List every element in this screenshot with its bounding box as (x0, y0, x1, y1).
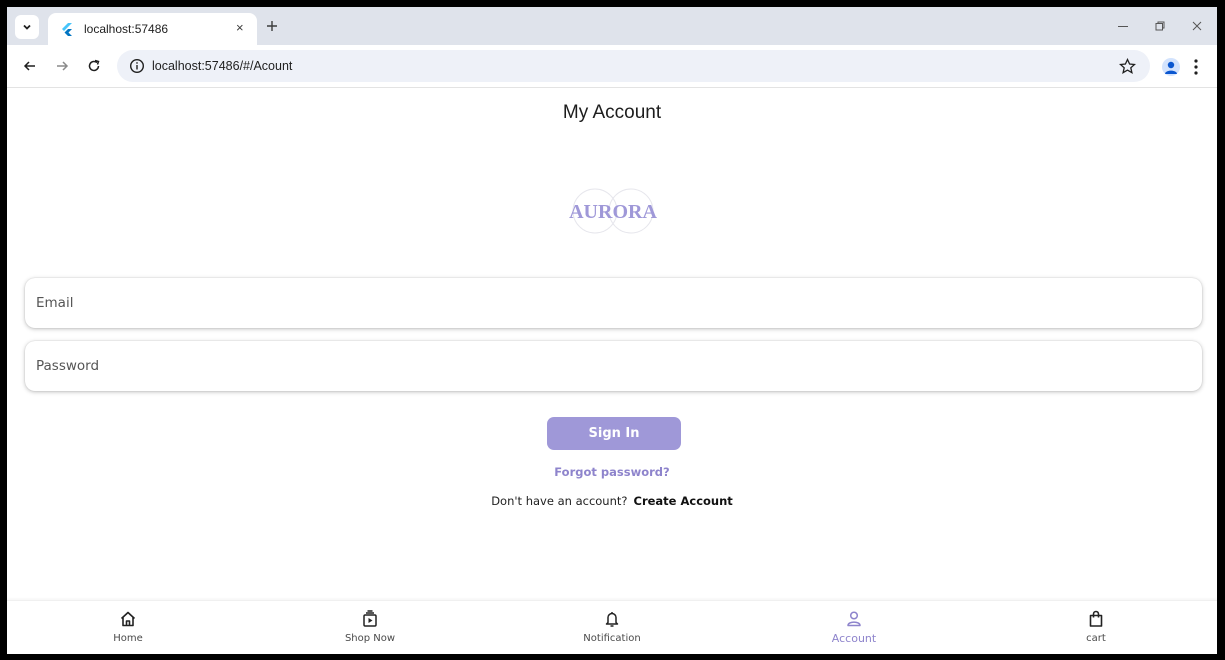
profile-avatar[interactable] (1162, 58, 1180, 76)
nav-item-home[interactable]: Home (7, 601, 247, 654)
browser-window: localhost:57486 × localhost:57486/#/Acou… (7, 7, 1217, 654)
minimize-button[interactable] (1115, 18, 1131, 34)
nav-label-home: Home (113, 633, 143, 644)
tab-strip: localhost:57486 × (7, 7, 1217, 45)
nav-item-shop-now[interactable]: Shop Now (249, 601, 489, 654)
bell-icon (605, 612, 619, 627)
shopping-bag-icon (1089, 610, 1103, 627)
person-icon (847, 611, 861, 627)
nav-label-cart: cart (1086, 633, 1106, 644)
reload-button[interactable] (85, 57, 103, 75)
bottom-navigation: Home Shop Now Notification Account cart (7, 600, 1217, 654)
nav-item-account[interactable]: Account (733, 601, 973, 654)
aurora-logo: AURORA (569, 188, 657, 234)
restore-icon (1155, 21, 1165, 31)
plus-icon (267, 21, 277, 31)
create-account-link[interactable]: Create Account (634, 494, 733, 508)
url-text: localhost:57486/#/Acount (152, 59, 293, 73)
close-window-button[interactable] (1189, 18, 1205, 34)
nav-item-notification[interactable]: Notification (491, 601, 731, 654)
minimize-icon (1118, 26, 1128, 27)
nav-label-notification: Notification (583, 633, 641, 644)
nav-label-shop-now: Shop Now (344, 633, 396, 644)
arrow-left-icon (23, 61, 35, 71)
nav-label-account: Account (831, 632, 877, 645)
tab-close-icon[interactable]: × (236, 21, 244, 35)
email-field[interactable] (25, 278, 1202, 328)
signup-row: Don't have an account? Create Account (7, 494, 1217, 508)
logo-wordmark: AURORA (569, 201, 657, 223)
person-icon (1165, 61, 1177, 74)
close-icon (1192, 21, 1202, 31)
new-tab-button[interactable] (261, 15, 283, 37)
page-title: My Account (562, 102, 662, 123)
forward-button[interactable] (53, 57, 71, 75)
nav-item-cart[interactable]: cart (975, 601, 1215, 654)
shop-now-icon (363, 610, 377, 627)
password-field[interactable] (25, 341, 1202, 391)
bookmark-star-icon[interactable] (1119, 58, 1136, 75)
forgot-password-link[interactable]: Forgot password? (7, 465, 1217, 479)
back-button[interactable] (21, 57, 39, 75)
info-icon[interactable] (129, 58, 145, 74)
arrow-right-icon (57, 61, 69, 71)
more-menu-icon[interactable] (1190, 58, 1202, 76)
reload-icon (88, 59, 100, 72)
chevron-down-icon (23, 24, 31, 30)
flutter-icon (62, 23, 72, 36)
address-bar[interactable]: localhost:57486/#/Acount (117, 50, 1150, 82)
tab-search-button[interactable] (15, 15, 39, 39)
no-account-text: Don't have an account? (491, 494, 628, 508)
account-page: My Account AURORA Sign In Forgot passwor… (7, 88, 1217, 654)
home-icon (120, 611, 136, 627)
browser-toolbar: localhost:57486/#/Acount (7, 45, 1217, 88)
sign-in-button[interactable]: Sign In (547, 417, 681, 450)
tab-title: localhost:57486 (84, 22, 169, 36)
browser-tab[interactable]: localhost:57486 × (48, 13, 257, 45)
restore-button[interactable] (1152, 18, 1168, 34)
password-input[interactable] (25, 341, 1202, 391)
email-input[interactable] (25, 278, 1202, 328)
